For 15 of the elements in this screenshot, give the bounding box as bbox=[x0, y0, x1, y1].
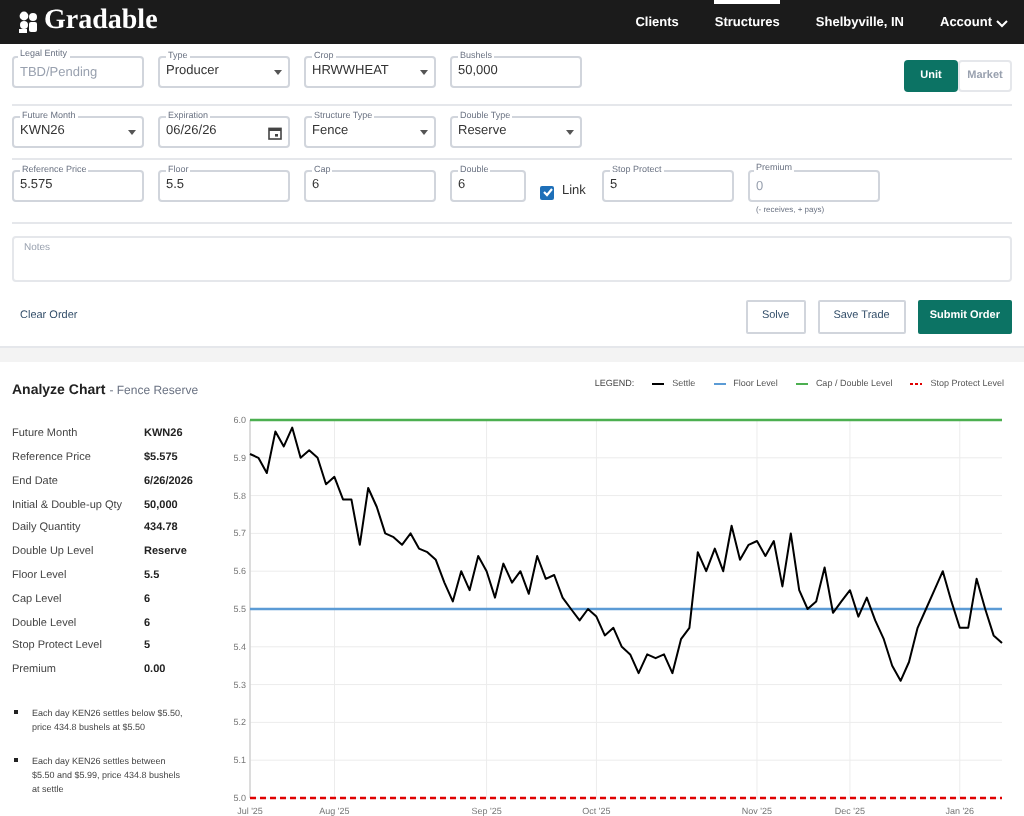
legend-line-icon bbox=[713, 382, 726, 386]
legend-line-icon bbox=[910, 382, 923, 386]
caret-icon bbox=[566, 129, 574, 135]
logo-icon bbox=[16, 10, 40, 34]
chevron-down-icon bbox=[996, 20, 1008, 28]
check-icon bbox=[541, 186, 553, 198]
brand-name: Gradable bbox=[44, 8, 158, 36]
calendar-icon bbox=[268, 125, 282, 139]
legend-line-icon bbox=[795, 382, 808, 386]
caret-icon bbox=[420, 69, 428, 75]
caret-icon bbox=[420, 129, 428, 135]
caret-icon bbox=[128, 129, 136, 135]
checkbox[interactable] bbox=[540, 185, 554, 199]
caret-icon bbox=[274, 69, 282, 75]
legend-line-icon bbox=[652, 382, 665, 386]
